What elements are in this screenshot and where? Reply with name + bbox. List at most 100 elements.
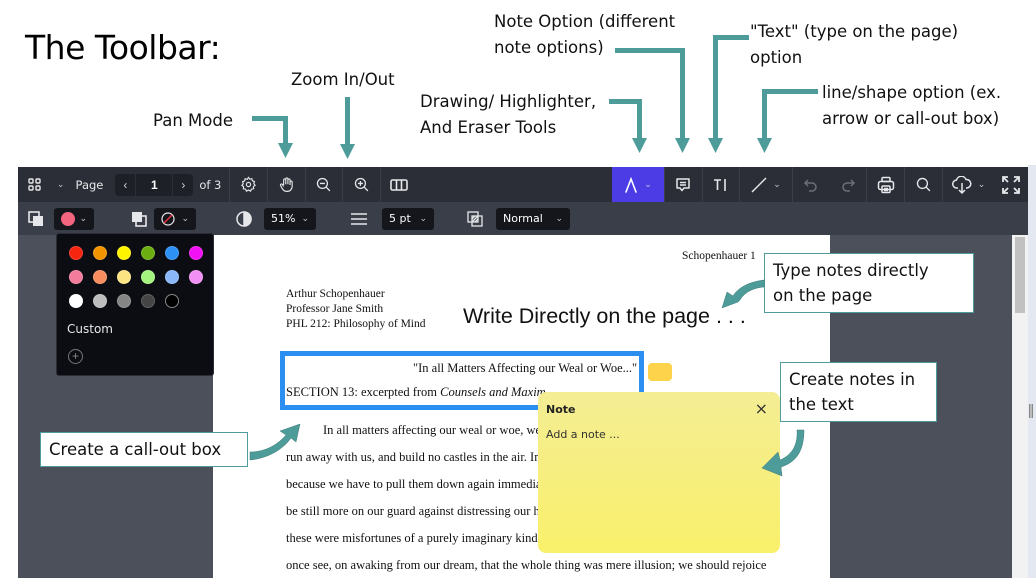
text-tool-button[interactable] [703,167,740,202]
zoom-out-icon [315,176,332,193]
annotation-text-line1: "Text" (type on the page) [750,22,959,41]
chevron-down-icon: ⌄ [56,179,65,189]
color-swatch[interactable] [69,294,83,308]
course-line: PHL 212: Philosophy of Mind [286,318,426,330]
color-swatch[interactable] [141,246,155,260]
fullscreen-button[interactable] [994,167,1028,202]
thickness-toggle[interactable] [342,202,376,235]
fill-color-toggle[interactable] [124,202,154,235]
free-text-annotation[interactable]: Write Directly on the page . . . [463,304,746,329]
color-swatch[interactable] [165,246,179,260]
search-button[interactable] [905,167,942,202]
color-swatch[interactable] [93,270,107,284]
prev-page-button[interactable]: ‹ [115,178,135,192]
line-shape-tool-button[interactable]: ⌄ [740,167,792,202]
color-swatch[interactable] [69,246,83,260]
zoom-out-button[interactable] [306,167,343,202]
page-layout-button[interactable] [381,167,418,202]
annotation-zoom: Zoom In/Out [291,70,395,89]
page-navigator: ‹ 1 › [115,173,194,196]
custom-color-label: Custom [67,322,113,336]
author-line: Arthur Schopenhauer [286,288,385,300]
chevron-down-icon: ⌄ [773,179,781,189]
close-icon[interactable]: × [755,399,768,418]
blend-mode-value: Normal [503,212,543,225]
next-page-button[interactable]: › [173,178,193,192]
color-swatch[interactable] [117,294,131,308]
redo-icon [840,178,856,192]
pan-mode-button[interactable] [268,167,305,202]
grid-view-button[interactable] [18,167,52,202]
sticky-note-icon[interactable] [648,363,672,381]
color-swatch[interactable] [165,270,179,284]
color-swatch[interactable] [93,246,107,260]
thickness-dropdown[interactable]: 5 pt ⌄ [382,207,434,230]
body-line: be still more on our guard against distr… [286,504,546,518]
annotation-drawing-line2: And Eraser Tools [420,118,557,137]
download-button[interactable]: ⌄ [943,167,995,202]
body-line: once see, on awaking from our dream, tha… [286,558,767,572]
arrow-text [708,35,749,153]
opacity-toggle[interactable] [224,202,264,235]
scrollbar-thumb[interactable] [1015,237,1025,313]
properties-toolbar: ⌄ ⌄ 51% ⌄ 5 pt ⌄ Normal ⌄ [18,202,1028,235]
columns-icon [390,178,409,192]
resize-grip[interactable] [1029,404,1033,418]
chevron-down-icon: ⌄ [301,213,309,224]
blend-mode-toggle[interactable] [462,202,488,235]
add-custom-color-button[interactable]: + [68,349,83,364]
note-input[interactable]: Add a note ... [546,428,620,441]
color-swatch[interactable] [69,270,83,284]
print-icon [877,176,895,194]
annotation-create-notes-line1: Create notes in [789,370,916,389]
arrow-pan-mode [252,116,293,158]
note-popup: Note × Add a note ... [538,392,780,553]
opacity-dropdown[interactable]: 51% ⌄ [264,207,316,230]
color-swatch[interactable] [141,294,155,308]
thickness-value: 5 pt [389,212,411,225]
blend-mode-icon [467,210,483,227]
color-swatch[interactable] [117,246,131,260]
body-line: In all matters affecting our weal or woe… [323,423,542,437]
chevron-down-icon: ⌄ [977,179,986,189]
print-button[interactable] [867,167,904,202]
color-swatch[interactable] [141,270,155,284]
annotation-type-notes-line2: on the page [773,286,873,305]
arrow-shape [757,89,818,153]
arrow-note [615,48,690,153]
color-swatch[interactable] [117,270,131,284]
opacity-icon [236,210,252,227]
zoom-in-button[interactable] [343,167,380,202]
drawing-tool-button[interactable]: ⌄ [612,167,664,202]
body-line: these were misfortunes of a purely imagi… [286,531,551,545]
color-swatch[interactable] [93,294,107,308]
opacity-value: 51% [271,212,296,225]
stroke-color-dropdown[interactable]: ⌄ [54,207,94,230]
slide-title: The Toolbar: [25,28,221,67]
page-total-label: of 3 [199,177,222,192]
professor-line: Professor Jane Smith [286,303,384,315]
color-swatch[interactable] [189,270,203,284]
annotation-text-line2: option [750,48,803,67]
fill-color-dropdown[interactable]: ⌄ [154,207,196,230]
undo-button[interactable] [793,167,830,202]
settings-button[interactable] [230,167,267,202]
redo-button[interactable] [830,167,867,202]
stroke-color-toggle[interactable] [18,202,54,235]
note-icon [675,177,691,193]
thickness-icon [351,212,367,225]
note-tool-button[interactable] [665,167,702,202]
page-number-input[interactable]: 1 [135,173,174,196]
blend-mode-dropdown[interactable]: Normal ⌄ [496,207,570,230]
view-dropdown-button[interactable]: ⌄ [52,167,70,202]
gear-icon [240,176,257,193]
color-picker-popover: Custom + [56,233,214,376]
annotation-note-line2: note options) [494,38,604,57]
color-swatch[interactable] [165,294,179,308]
stroke-color-icon [28,210,44,227]
arrow-zoom [340,97,355,159]
pen-icon [624,176,638,193]
grid-icon [28,178,42,191]
annotation-create-notes: Create notes in the text [780,362,937,422]
color-swatch[interactable] [189,246,203,260]
